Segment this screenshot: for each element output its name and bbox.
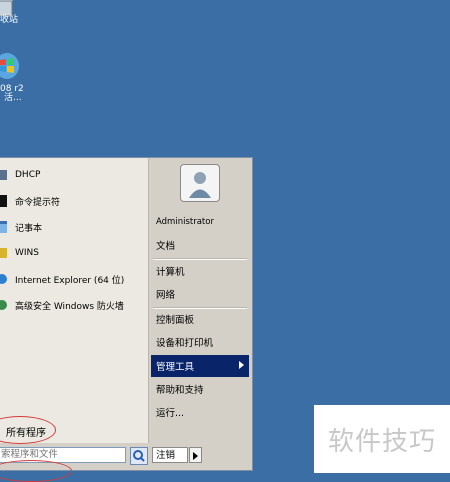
devices-printers-label: 设备和打印机 xyxy=(156,338,214,349)
program-item-firewall[interactable]: 高级安全 Windows 防火墙 xyxy=(0,294,148,316)
program-label: WINS xyxy=(15,248,39,258)
run-label: 运行... xyxy=(156,408,185,419)
devices-printers-link[interactable]: 设备和打印机 xyxy=(151,331,249,353)
arrow-right-icon xyxy=(193,452,198,460)
program-item-notepad[interactable]: 记事本 xyxy=(0,216,148,238)
program-label: 命令提示符 xyxy=(15,197,61,208)
internet-explorer-icon xyxy=(0,274,7,284)
start-menu-places-pane: Administrator 文档 计算机 网络 控制面板 设备和打印机 管理工具… xyxy=(149,158,252,443)
desktop-icon-label: 收站 xyxy=(0,15,19,25)
program-item-internet-explorer[interactable]: Internet Explorer (64 位) xyxy=(0,268,148,290)
desktop-icon-windows-server[interactable]: 08 r2 活... xyxy=(0,52,40,103)
documents-label: 文档 xyxy=(156,241,176,252)
user-avatar[interactable] xyxy=(180,164,220,202)
control-panel-label: 控制面板 xyxy=(156,315,195,326)
computer-label: 计算机 xyxy=(156,267,185,278)
control-panel-link[interactable]: 控制面板 xyxy=(151,308,249,330)
dhcp-icon xyxy=(0,170,7,180)
admin-tools-link[interactable]: 管理工具 xyxy=(151,355,249,377)
shutdown-options-button[interactable] xyxy=(189,447,202,463)
program-item-command-prompt[interactable]: 命令提示符 xyxy=(0,190,148,212)
program-item-dhcp[interactable]: DHCP xyxy=(0,164,148,186)
logoff-button[interactable]: 注销 xyxy=(152,447,188,463)
user-name-link[interactable]: Administrator xyxy=(151,211,249,233)
firewall-icon xyxy=(0,300,7,310)
program-label: DHCP xyxy=(15,170,41,180)
user-icon xyxy=(189,172,211,198)
program-label: 高级安全 Windows 防火墙 xyxy=(15,301,124,312)
desktop-icon-recycle-bin[interactable]: 收站 xyxy=(0,0,40,28)
computer-link[interactable]: 计算机 xyxy=(151,260,249,282)
program-label: 记事本 xyxy=(15,223,43,234)
start-menu-programs-pane: DHCP 命令提示符 记事本 WINS Internet Explorer (6… xyxy=(0,158,149,443)
annotation-circle xyxy=(0,460,72,482)
desktop-icon-label-line2: 活... xyxy=(4,93,22,103)
user-name: Administrator xyxy=(156,217,214,227)
help-support-link[interactable]: 帮助和支持 xyxy=(151,378,249,400)
watermark: 软件技巧 xyxy=(314,405,450,473)
program-item-wins[interactable]: WINS xyxy=(0,242,148,264)
documents-link[interactable]: 文档 xyxy=(151,234,249,256)
network-link[interactable]: 网络 xyxy=(151,283,249,305)
run-link[interactable]: 运行... xyxy=(151,401,249,423)
admin-tools-label: 管理工具 xyxy=(156,362,195,373)
network-label: 网络 xyxy=(156,290,176,301)
notepad-icon xyxy=(0,221,7,233)
search-button[interactable] xyxy=(130,447,148,465)
command-prompt-icon xyxy=(0,195,7,207)
program-label: Internet Explorer (64 位) xyxy=(15,275,125,286)
help-support-label: 帮助和支持 xyxy=(156,385,204,396)
windows-server-icon xyxy=(0,53,19,79)
search-icon xyxy=(133,450,145,462)
wins-icon xyxy=(0,248,7,258)
logoff-label: 注销 xyxy=(156,450,176,461)
submenu-arrow-icon xyxy=(239,361,244,369)
